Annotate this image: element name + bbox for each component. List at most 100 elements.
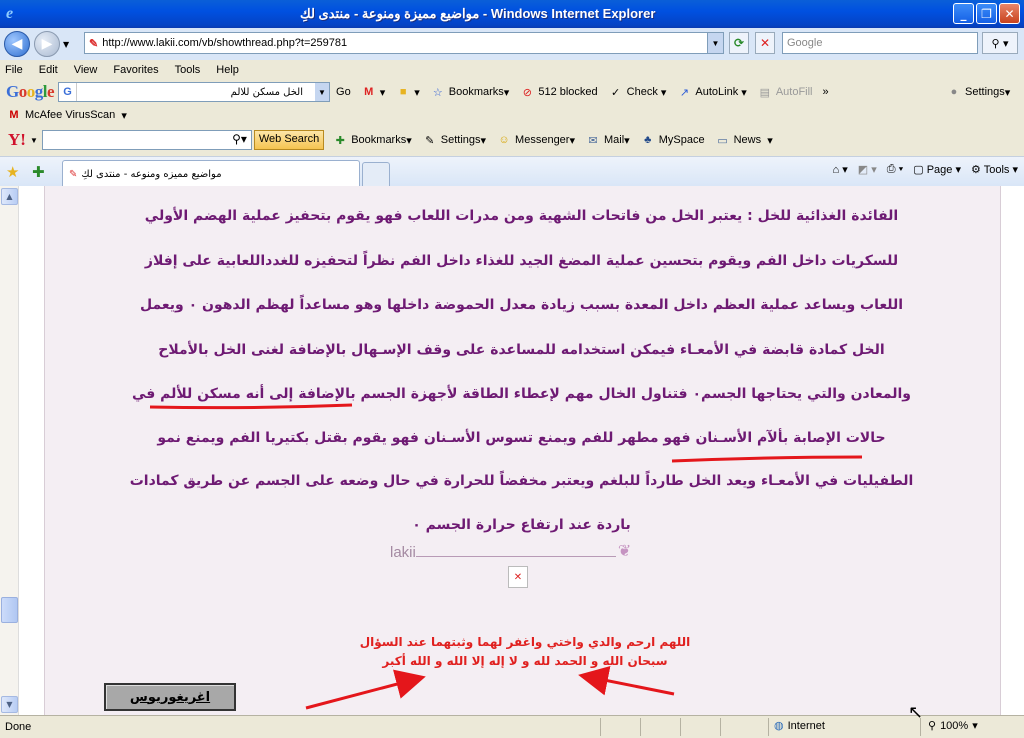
google-search-dropdown-icon[interactable]: ▼ <box>315 83 330 101</box>
messenger-button[interactable]: ☺ Messenger ▾ <box>496 132 575 148</box>
menu-tools[interactable]: Tools <box>175 64 201 76</box>
stop-button[interactable]: ✕ <box>755 32 775 54</box>
security-zone[interactable]: ◍ Internet <box>774 719 825 733</box>
address-row: ◀ ▶ ▼ ✎ http://www.lakii.com/vb/showthre… <box>0 28 1024 60</box>
yahoo-logo[interactable]: Y! <box>8 130 26 150</box>
favorites-star-icon[interactable]: ★ <box>6 163 19 181</box>
refresh-button[interactable]: ⟳ <box>729 32 749 54</box>
yahoo-search-input[interactable]: ⚲▾ <box>41 130 252 150</box>
google-g-icon: G <box>59 83 78 101</box>
myspace-button[interactable]: ♣ MySpace <box>640 132 704 148</box>
page-icon: ▢ <box>913 164 924 176</box>
autofill-icon: ▤ <box>759 86 771 99</box>
search-icon: ⚲ <box>991 36 1000 50</box>
spell-check-button[interactable]: ✓ Check ▾ <box>608 84 666 100</box>
mcafee-toolbar: M McAfee VirusScan ▾ <box>0 104 1024 126</box>
live-search-input[interactable]: Google <box>782 32 978 54</box>
underline-mark <box>671 455 863 463</box>
google-toolbar: Google G الخل مسكن للالم ▼ Go M ▾ ■ ▾ ☆ Boo… <box>0 80 1024 104</box>
menu-favorites[interactable]: Favorites <box>113 64 158 76</box>
yahoo-bookmarks-button[interactable]: ✚ Bookmarks ▾ <box>332 132 412 148</box>
mcafee-button[interactable]: M McAfee VirusScan ▾ <box>6 107 127 123</box>
window-controls: _ ❐ ✕ <box>953 3 1020 24</box>
web-search-button[interactable]: Web Search <box>253 130 325 150</box>
minimize-button[interactable]: _ <box>953 3 974 24</box>
tab-current[interactable]: ✎ مواضيع مميزه ومنوعه - منتدى لكِ <box>62 160 360 187</box>
gmail-icon: M <box>364 86 374 98</box>
forward-button[interactable]: ▶ <box>34 31 60 57</box>
address-url: http://www.lakii.com/vb/showthread.php?t… <box>102 37 348 49</box>
autolink-button[interactable]: ↗ AutoLink ▾ <box>676 84 747 100</box>
bookmark-plus-icon: ✚ <box>335 134 345 147</box>
back-button[interactable]: ◀ <box>4 31 30 57</box>
tab-row: ★ ✚ ✎ مواضيع مميزه ومنوعه - منتدى لكِ ⌂ … <box>0 156 1024 187</box>
mcafee-icon: M <box>9 109 19 121</box>
arrow-mark <box>305 669 426 710</box>
star-icon: ☆ <box>432 86 443 99</box>
menu-file[interactable]: File <box>5 64 23 76</box>
address-dropdown-icon[interactable]: ▼ <box>707 33 723 53</box>
spellcheck-icon: ✓ <box>611 86 621 99</box>
page-favicon-icon: ✎ <box>89 37 99 50</box>
search-button[interactable]: ⚲ ▾ <box>982 32 1018 54</box>
google-apps-button[interactable]: ■ ▾ <box>395 84 420 100</box>
status-text: Done <box>5 721 32 733</box>
underline-mark <box>149 403 353 410</box>
pencil-icon: ✎ <box>425 134 435 147</box>
magnifier-icon: ⚲▾ <box>232 132 247 146</box>
myspace-icon: ♣ <box>644 134 652 146</box>
menu-edit[interactable]: Edit <box>39 64 58 76</box>
google-search-input[interactable]: G الخل مسكن للالم ▼ <box>58 82 331 102</box>
home-button[interactable]: ⌂ ▾ <box>833 163 848 176</box>
feeds-button[interactable]: ◩ ▾ <box>858 163 877 176</box>
menu-help[interactable]: Help <box>216 64 239 76</box>
home-icon: ⌂ <box>832 164 840 176</box>
menu-bar: File Edit View Favorites Tools Help <box>0 60 1024 80</box>
zoom-icon: ⚲ <box>928 720 937 732</box>
google-logo[interactable]: Google <box>6 82 55 102</box>
settings-icon: ● <box>950 86 958 98</box>
command-bar: ⌂ ▾ ◩ ▾ ⎙ ▾ ▢ Page ▾ ⚙ Tools ▾ <box>833 163 1018 176</box>
gmail-button[interactable]: M ▾ <box>361 84 385 100</box>
more-toolbar-button[interactable]: » <box>823 86 829 98</box>
arrow-mark <box>578 665 675 696</box>
mouse-cursor-icon: ↖ <box>908 702 924 723</box>
autofill-button[interactable]: ▤ AutoFill <box>757 84 813 100</box>
tab-favicon-icon: ✎ <box>69 168 78 180</box>
page-menu-button[interactable]: ▢ Page ▾ <box>913 163 961 176</box>
address-bar[interactable]: ✎ http://www.lakii.com/vb/showthread.php… <box>84 32 724 54</box>
restore-button[interactable]: ❐ <box>976 3 997 24</box>
status-bar: Done ◍ Internet ⚲ 100% ▾ <box>0 715 1024 738</box>
globe-icon: ◍ <box>774 720 784 732</box>
google-bookmarks-button[interactable]: ☆ Bookmarks ▾ <box>430 84 510 100</box>
autolink-icon: ↗ <box>679 86 690 99</box>
popup-blocker-button[interactable]: ⊘ 512 blocked <box>519 84 598 100</box>
google-settings-button[interactable]: ● Settings ▾ <box>946 84 1011 100</box>
menu-view[interactable]: View <box>74 64 98 76</box>
news-button[interactable]: ▭ News ▾ <box>715 132 772 148</box>
yahoo-settings-button[interactable]: ✎ Settings ▾ <box>422 132 486 148</box>
mail-icon: ✉ <box>588 134 598 147</box>
page-content: ▲ ▼ الفائدة الغذائية للخل : يعتبر الخل م… <box>0 186 1024 715</box>
close-button[interactable]: ✕ <box>999 3 1020 24</box>
title-bar: e مواضيع مميزة ومنوعة - منتدى لكِ - Wind… <box>0 0 1024 28</box>
messenger-icon: ☺ <box>498 134 510 146</box>
ie-logo-icon: e <box>6 5 14 22</box>
gear-icon: ⚙ <box>971 164 981 176</box>
tools-menu-button[interactable]: ⚙ Tools ▾ <box>971 163 1018 176</box>
history-dropdown-icon[interactable]: ▼ <box>63 40 69 49</box>
add-favorite-icon[interactable]: ✚ <box>32 163 45 181</box>
puzzle-icon: ■ <box>399 86 407 98</box>
zoom-control[interactable]: ⚲ 100% ▾ <box>928 719 978 733</box>
mail-button[interactable]: ✉ Mail ▾ <box>585 132 629 148</box>
print-button[interactable]: ⎙ ▾ <box>887 163 904 176</box>
yahoo-logo-dropdown-icon[interactable]: ▼ <box>30 136 38 145</box>
tab-title: مواضيع مميزه ومنوعه - منتدى لكِ <box>81 168 222 180</box>
window-title: مواضيع مميزة ومنوعة - منتدى لكِ - Window… <box>300 6 656 21</box>
annotation-overlay <box>149 403 863 710</box>
popup-blocked-icon: ⊘ <box>522 86 532 99</box>
yahoo-toolbar: Y! ▼ ⚲▾ Web Search ✚ Bookmarks ▾ ✎ Settings… <box>0 126 1024 154</box>
new-tab-button[interactable] <box>362 162 390 187</box>
printer-icon: ⎙ <box>886 163 896 175</box>
google-go-button[interactable]: Go <box>336 86 351 98</box>
